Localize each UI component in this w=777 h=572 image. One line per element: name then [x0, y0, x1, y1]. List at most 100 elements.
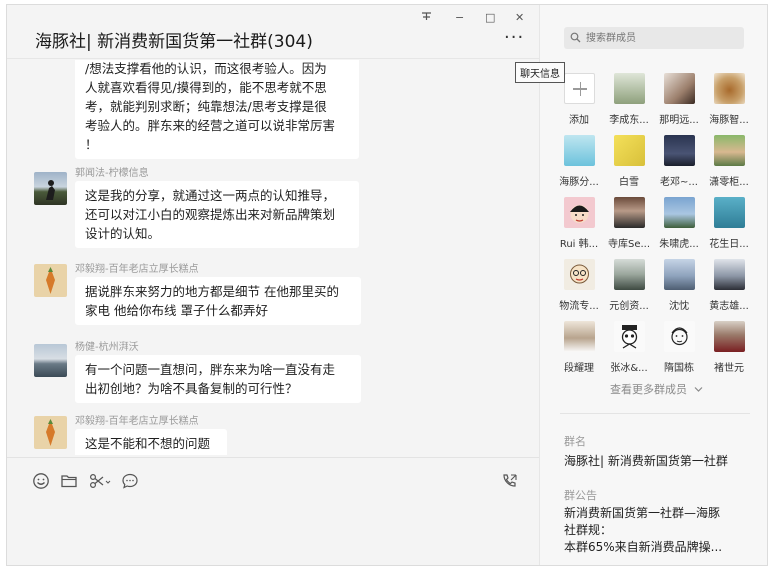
member-name: 朱啸虎...	[659, 239, 699, 250]
emoji-icon[interactable]	[32, 472, 50, 490]
member-avatar	[614, 321, 645, 352]
announcement-line: 新消费新国货第一社群—海豚	[564, 506, 721, 520]
member-name: 海豚分...	[559, 177, 599, 188]
member-name: 老邓~...	[660, 177, 698, 188]
avatar[interactable]	[34, 264, 67, 297]
add-icon	[564, 73, 595, 104]
member-search[interactable]	[564, 27, 744, 49]
message-line: 人就喜欢看得见/摸得到的，能不思考就不思	[85, 80, 327, 95]
member-item[interactable]: Rui 韩...	[554, 197, 604, 257]
message-bubble[interactable]: 这是不能和不想的问题	[75, 429, 227, 455]
member-item[interactable]: 白雪	[604, 135, 654, 195]
member-grid: 添加 李成东... 那明远... 海豚智... 海豚分... 白雪 老邓~...…	[554, 73, 764, 374]
member-name: 黄志雄...	[709, 301, 749, 312]
message-line: 有一个问题一直想问，胖东来为啥一直没有走	[85, 362, 336, 377]
scissors-icon[interactable]	[88, 472, 112, 490]
member-avatar	[714, 135, 745, 166]
member-item[interactable]: 寺库Se...	[604, 197, 654, 257]
member-item[interactable]: 段耀理	[554, 321, 604, 381]
sender-name: 杨健-杭州湃沃	[75, 342, 139, 353]
member-avatar	[664, 259, 695, 290]
member-avatar	[564, 321, 595, 352]
window-controls: − □ ✕	[419, 11, 539, 29]
member-item[interactable]: 物流专...	[554, 259, 604, 319]
more-button[interactable]: ···	[504, 29, 524, 47]
member-item[interactable]: 沈忱	[654, 259, 704, 319]
member-name: 段耀理	[564, 363, 594, 374]
member-name: 褚世元	[714, 363, 744, 374]
maximize-icon[interactable]: □	[485, 11, 495, 24]
folder-icon[interactable]	[60, 472, 78, 490]
chat-header: 海豚社| 新消费新国货第一社群(304) ··· − □ ✕	[7, 5, 539, 59]
member-avatar	[714, 259, 745, 290]
view-more-label: 查看更多群成员	[610, 383, 687, 396]
close-icon[interactable]: ✕	[515, 11, 524, 24]
message-line: 还可以对江小白的观察提炼出来对新品牌策划	[85, 207, 336, 222]
member-item[interactable]: 元创资...	[604, 259, 654, 319]
member-avatar	[564, 135, 595, 166]
view-more-members[interactable]: 查看更多群成员	[610, 381, 703, 397]
search-icon	[570, 32, 581, 43]
member-item[interactable]: 隋国栋	[654, 321, 704, 381]
message-line: 考验人的。胖东来的经营之道可以说非常厉害	[85, 118, 336, 133]
member-item[interactable]: 海豚分...	[554, 135, 604, 195]
chat-bubble-icon[interactable]	[121, 472, 139, 490]
announcement-value[interactable]: 新消费新国货第一社群—海豚 社群规： 本群65%来自新消费品牌操...	[564, 505, 722, 556]
avatar[interactable]	[34, 172, 67, 205]
member-avatar	[614, 259, 645, 290]
member-name: 物流专...	[559, 301, 599, 312]
message-bubble[interactable]: 据说胖东来努力的地方都是细节 在他那里买的 家电 他给你布线 罩子什么都弄好	[75, 277, 361, 325]
message-bubble[interactable]: 有一个问题一直想问，胖东来为啥一直没有走 出初创地？为啥不具备复制的可行性？	[75, 355, 361, 403]
member-item[interactable]: 黄志雄...	[704, 259, 754, 319]
message-line: 出初创地？为啥不具备复制的可行性？	[85, 381, 298, 396]
member-item[interactable]: 那明远...	[654, 73, 704, 133]
member-name: 张冰&...	[610, 363, 648, 374]
pin-icon[interactable]	[421, 11, 432, 25]
divider	[560, 413, 750, 414]
announcement-line: 社群规：	[564, 523, 613, 537]
chat-title: 海豚社| 新消费新国货第一社群(304)	[35, 32, 313, 52]
member-name: 海豚智...	[709, 115, 749, 126]
message-list[interactable]: /想法支撑看他的认识，而这很考验人。因为 人就喜欢看得见/摸得到的，能不思考就不…	[7, 60, 539, 455]
member-item[interactable]: 张冰&...	[604, 321, 654, 381]
message-bubble[interactable]: /想法支撑看他的认识，而这很考验人。因为 人就喜欢看得见/摸得到的，能不思考就不…	[75, 60, 359, 159]
video-call-icon[interactable]	[500, 472, 518, 490]
announcement-label: 群公告	[564, 489, 597, 502]
member-item[interactable]: 朱啸虎...	[654, 197, 704, 257]
member-avatar	[614, 73, 645, 104]
member-item[interactable]: 潇零柜...	[704, 135, 754, 195]
announcement-line: 本群65%来自新消费品牌操...	[564, 540, 723, 554]
message-line: 设计的认知。	[85, 226, 161, 241]
avatar[interactable]	[34, 344, 67, 377]
member-item[interactable]: 花生日...	[704, 197, 754, 257]
chat-info-tooltip: 聊天信息	[515, 62, 565, 83]
member-item[interactable]: 海豚智...	[704, 73, 754, 133]
member-avatar	[614, 135, 645, 166]
member-item[interactable]: 老邓~...	[654, 135, 704, 195]
sender-name: 邓毅翔-百年老店立厚长糕点	[75, 416, 199, 427]
member-avatar	[714, 197, 745, 228]
group-name-value[interactable]: 海豚社| 新消费新国货第一社群	[564, 453, 728, 470]
member-item[interactable]: 褚世元	[704, 321, 754, 381]
member-avatar	[564, 197, 595, 228]
member-avatar	[664, 73, 695, 104]
member-avatar	[564, 259, 595, 290]
chat-window: 海豚社| 新消费新国货第一社群(304) ··· − □ ✕ /想法支撑看他的认…	[6, 4, 768, 566]
member-avatar	[614, 197, 645, 228]
member-name: Rui 韩...	[559, 239, 599, 250]
group-name-label: 群名	[564, 435, 586, 448]
minimize-icon[interactable]: −	[455, 11, 464, 24]
member-name: 白雪	[619, 177, 639, 188]
sender-name: 邓毅翔-百年老店立厚长糕点	[75, 264, 199, 275]
sender-name: 郭闻法-柠檬信息	[75, 168, 149, 179]
message-line: 家电 他给你布线 罩子什么都弄好	[85, 303, 268, 318]
member-name: 潇零柜...	[709, 177, 749, 188]
message-bubble[interactable]: 这是我的分享，就通过这一两点的认知推导， 还可以对江小白的观察提炼出来对新品牌策…	[75, 181, 359, 248]
member-avatar	[664, 321, 695, 352]
member-name: 沈忱	[669, 301, 689, 312]
avatar[interactable]	[34, 416, 67, 449]
message-line: 据说胖东来努力的地方都是细节 在他那里买的	[85, 284, 339, 299]
member-item[interactable]: 李成东...	[604, 73, 654, 133]
member-search-input[interactable]	[586, 30, 736, 46]
member-name: 寺库Se...	[607, 239, 651, 250]
